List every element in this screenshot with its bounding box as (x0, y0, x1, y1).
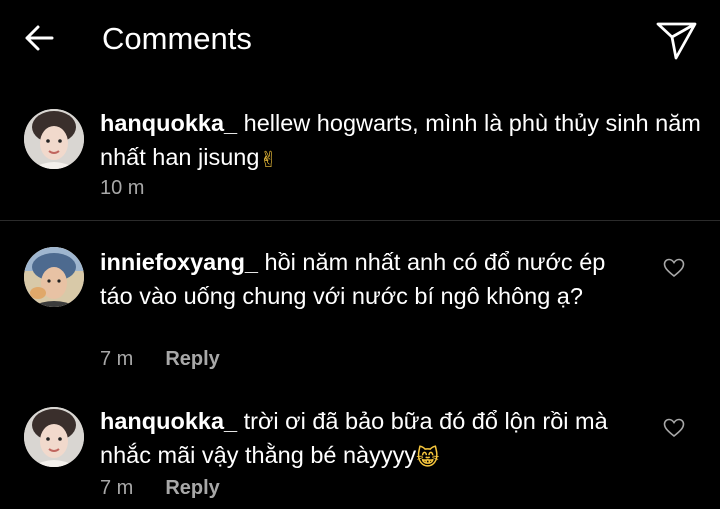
comment-time: 7 m (100, 477, 134, 499)
divider (0, 220, 720, 221)
post-caption: hanquokka_ hellew hogwarts, mình là phù … (0, 96, 720, 218)
page-title: Comments (102, 21, 252, 56)
heart-outline-icon (663, 418, 685, 438)
comment-username[interactable]: inniefoxyang_ (100, 249, 258, 275)
like-button[interactable] (663, 258, 685, 278)
caption-username[interactable]: hanquokka_ (100, 110, 237, 136)
back-button[interactable] (22, 20, 58, 56)
avatar[interactable] (24, 247, 84, 307)
comment-text-block: inniefoxyang_ hồi năm nhất anh có đổ nướ… (100, 245, 640, 313)
comment-text-block: hanquokka_ trời ơi đã bảo bữa đó đổ lộn … (100, 404, 640, 472)
caption-time: 10 m (100, 177, 145, 199)
victory-hand-emoji: ✌ (259, 147, 278, 172)
comment-time: 7 m (100, 348, 134, 370)
grinning-cat-emoji: 😸 (416, 445, 440, 470)
comments-header: Comments (0, 0, 720, 80)
avatar[interactable] (24, 407, 84, 467)
heart-outline-icon (663, 258, 685, 278)
reply-button[interactable]: Reply (165, 477, 219, 499)
caption-text-block: hanquokka_ hellew hogwarts, mình là phù … (100, 106, 720, 174)
like-button[interactable] (663, 418, 685, 438)
reply-button[interactable]: Reply (165, 348, 219, 370)
avatar[interactable] (24, 109, 84, 169)
share-button[interactable] (652, 16, 700, 64)
paper-plane-icon (656, 22, 697, 60)
arrow-left-icon (25, 25, 54, 51)
comment-meta: 7 m Reply (100, 476, 220, 500)
comment-meta: 7 m Reply (100, 347, 220, 371)
caption-meta: 10 m (100, 176, 144, 200)
comment-username[interactable]: hanquokka_ (100, 408, 237, 434)
